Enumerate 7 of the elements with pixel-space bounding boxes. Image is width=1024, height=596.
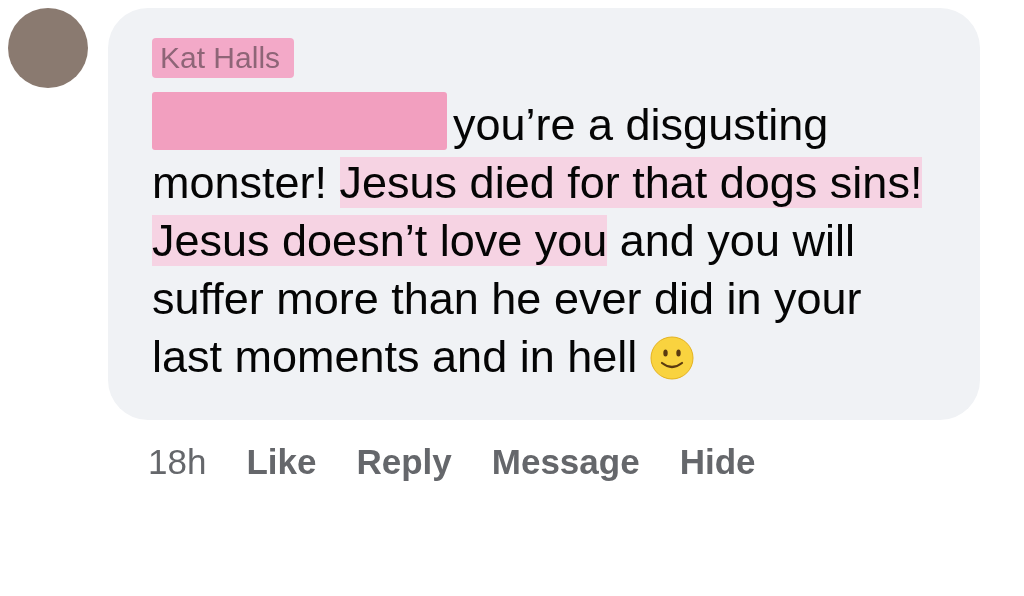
- comment-action-link[interactable]: Reply: [356, 442, 452, 482]
- comment-action-link[interactable]: Hide: [679, 442, 756, 482]
- comment-action-link[interactable]: Message: [491, 442, 640, 482]
- comment-text: you’re a disgusting monster! Jesus died for that dogs sins! Jesus doesn’t love you and you will suffer more than he ever did in your last moments and in hell: [152, 92, 936, 386]
- smiley-emoji-icon: [649, 336, 694, 380]
- comment-action-link[interactable]: Like: [246, 442, 317, 482]
- comment-time: 18h: [148, 442, 207, 482]
